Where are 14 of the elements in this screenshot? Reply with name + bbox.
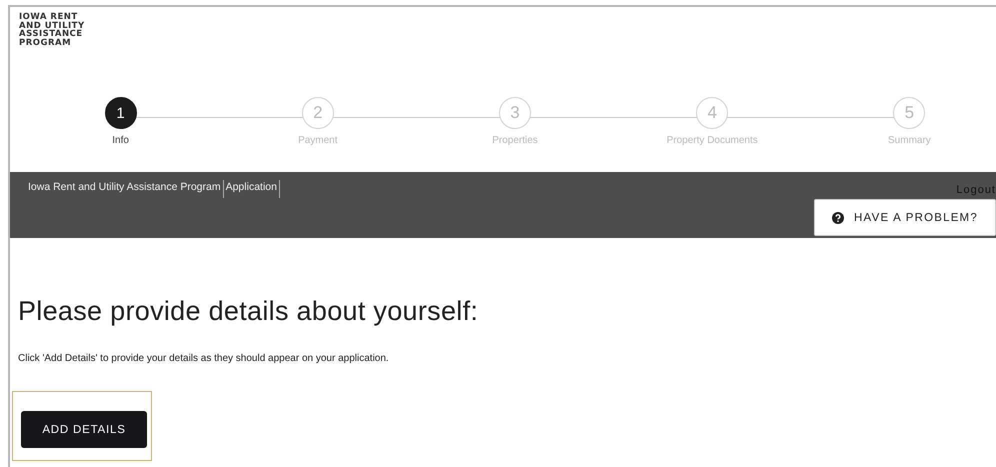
page-heading: Please provide details about yourself: bbox=[18, 296, 480, 327]
step-label: Info bbox=[112, 135, 129, 146]
breadcrumb-link[interactable]: Application bbox=[224, 180, 280, 198]
step-label: Properties bbox=[492, 135, 538, 146]
step-label: Summary bbox=[888, 135, 931, 146]
question-icon bbox=[832, 212, 844, 224]
breadcrumb-link[interactable]: Iowa Rent and Utility Assistance Program bbox=[26, 180, 224, 198]
program-logo: IOWA RENT AND UTILITY ASSISTANCE PROGRAM bbox=[19, 13, 85, 47]
step-label: Property Documents bbox=[666, 135, 758, 146]
instruction-text: Click 'Add Details' to provide your details as they should appear on your application. bbox=[18, 353, 390, 364]
step-label: Payment bbox=[298, 135, 338, 146]
add-details-button[interactable]: ADD DETAILS bbox=[21, 411, 147, 448]
help-button[interactable]: HAVE A PROBLEM? bbox=[814, 199, 996, 236]
step-circle[interactable]: 1 bbox=[104, 97, 137, 129]
